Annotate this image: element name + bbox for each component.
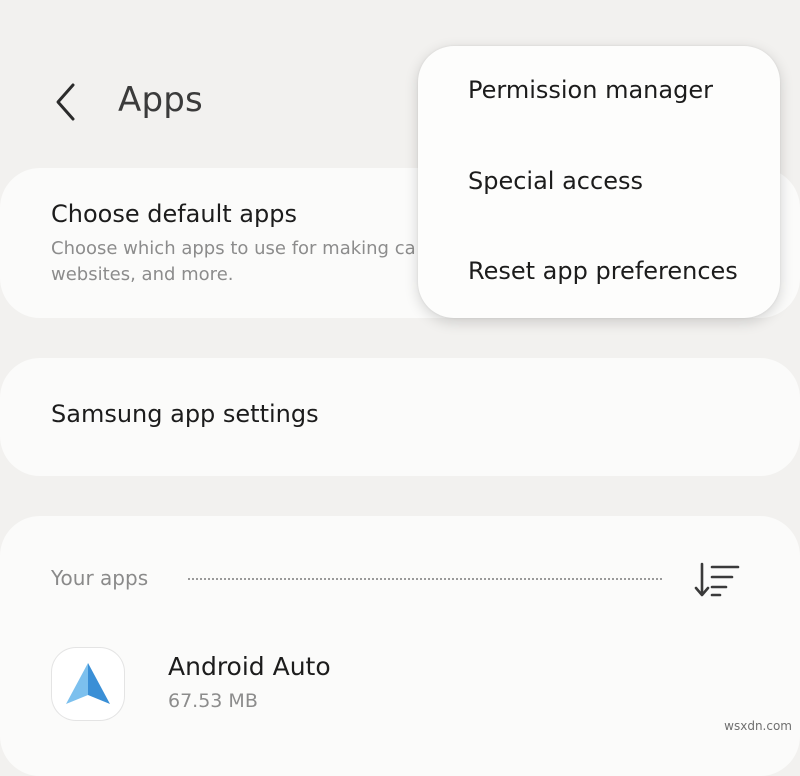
page-title: Apps [118,80,203,120]
back-button[interactable] [46,78,86,126]
choose-default-apps-subtitle-line2: websites, and more. [51,264,234,285]
app-name: Android Auto [168,652,331,681]
samsung-app-settings-card[interactable]: Samsung app settings [0,358,800,476]
choose-default-apps-title: Choose default apps [51,200,297,228]
your-apps-label: Your apps [51,566,149,590]
menu-item-reset-app-preferences[interactable]: Reset app preferences [418,227,780,317]
sort-icon [694,562,740,597]
menu-item-label: Reset app preferences [468,257,738,285]
choose-default-apps-subtitle-line1: Choose which apps to use for making ca [51,238,416,259]
app-size: 67.53 MB [168,690,258,712]
overflow-menu: Permission manager Special access Reset … [418,46,780,318]
section-divider [188,578,662,580]
menu-item-permission-manager[interactable]: Permission manager [418,46,780,136]
app-list-item-android-auto[interactable]: Android Auto 67.53 MB [0,640,800,736]
sort-button[interactable] [692,560,742,602]
menu-item-label: Special access [468,167,643,195]
menu-item-label: Permission manager [468,76,713,104]
watermark: wsxdn.com [724,719,792,733]
android-auto-icon [52,648,124,720]
your-apps-card: Your apps Android Auto 67.53 MB [0,516,800,776]
chevron-left-icon [56,83,75,121]
menu-item-special-access[interactable]: Special access [418,137,780,227]
samsung-app-settings-title: Samsung app settings [51,400,319,428]
